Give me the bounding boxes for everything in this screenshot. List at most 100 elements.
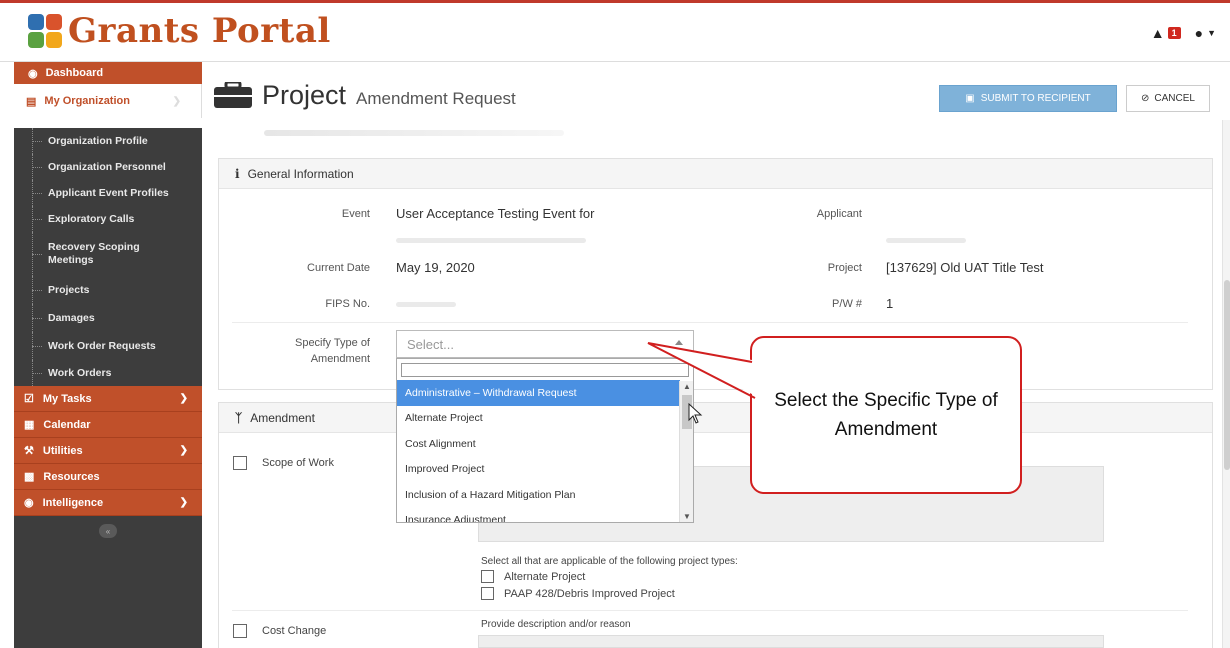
pw-value: 1 [886,296,894,311]
sidebar-item-my-tasks[interactable]: ☑ My Tasks ❯ [14,386,202,412]
wrench-icon: ⚒ [24,445,34,457]
sidebar-item-label: Work Order Requests [48,339,156,352]
cancel-label: CANCEL [1154,93,1195,104]
page-scroll-thumb[interactable] [1224,280,1230,470]
sidebar-item-calendar[interactable]: ▦ Calendar [14,412,202,438]
dropdown-option[interactable]: Inclusion of a Hazard Mitigation Plan [397,482,680,508]
callout-text: Select the Specific Type of Amendment [774,390,998,440]
dashboard-icon: ◉ [28,67,38,80]
sidebar-item-resources[interactable]: ▩ Resources [14,464,202,490]
dropdown-search-input[interactable] [401,363,689,377]
scroll-down-icon: ▼ [683,512,691,521]
chevron-down-icon: ❯ [172,95,181,107]
applicant-label: Applicant [816,208,862,220]
sidebar-item-dashboard[interactable]: ◉ Dashboard [14,62,202,84]
page-title: Project Amendment Request [214,78,516,111]
dropdown-option[interactable]: Insurance Adjustment [397,508,680,522]
sidebar-item-label: Work Orders [48,366,112,379]
notification-badge: 1 [1167,27,1181,39]
sidebar-item-label: Utilities [42,444,83,457]
info-icon: i [235,166,240,181]
sidebar-item-label: My Tasks [42,392,92,405]
redacted-text [396,238,586,243]
submit-to-recipient-button[interactable]: ▣ SUBMIT TO RECIPIENT [939,85,1117,112]
select-placeholder: Select... [407,336,454,352]
amendment-type-select[interactable]: Select... [396,330,694,358]
description-label: Provide description and/or reason [481,619,631,630]
sidebar-item-label: Organization Profile [48,134,148,147]
redacted-text [886,238,966,243]
amendment-type-label: Specify Type of [294,337,370,349]
page-title-main: Project [262,80,347,110]
panel-title: General Information [247,166,354,181]
applicable-instructions: Select all that are applicable of the fo… [481,556,738,567]
sidebar-item-work-order-requests[interactable]: Work Order Requests [14,332,202,360]
dropdown-option[interactable]: Cost Alignment [397,431,680,457]
amendment-type-label-2: Amendment [310,353,370,365]
app-logo[interactable]: Grants Portal [28,11,331,51]
amendment-type-dropdown: Administrative – Withdrawal Request Alte… [396,358,694,523]
sidebar-item-label: Dashboard [45,67,104,79]
sidebar-item-label: Recovery Scoping Meetings [48,241,140,266]
paap-label: PAAP 428/Debris Improved Project [504,588,675,600]
sidebar-item-projects[interactable]: Projects [14,276,202,304]
project-value: [137629] Old UAT Title Test [886,260,1044,275]
notifications-button[interactable]: ▲ 1 [1151,25,1181,41]
scope-of-work-checkbox[interactable] [233,456,247,470]
alternate-project-checkbox[interactable] [481,570,494,583]
app-title: Grants Portal [68,11,331,51]
sidebar-item-recovery-scoping-meetings[interactable]: Recovery Scoping Meetings [14,232,202,276]
panel-header: ᛉ Amendment [219,403,1212,433]
save-icon: ▣ [965,93,975,104]
sidebar-item-label: Projects [48,283,90,296]
current-date-label: Current Date [307,262,370,274]
panel-header: i General Information [219,159,1212,189]
caret-up-icon [675,340,683,345]
scope-of-work-label: Scope of Work [262,457,334,469]
sidebar-item-applicant-event-profiles[interactable]: Applicant Event Profiles [14,180,202,206]
page-title-sub: Amendment Request [356,89,516,108]
scroll-up-icon: ▲ [683,382,691,391]
briefcase-icon [214,82,252,108]
chevron-down-icon: ❯ [179,497,188,508]
dropdown-option[interactable]: Alternate Project [397,406,680,432]
resources-icon: ▩ [24,471,35,483]
sidebar-item-intelligence[interactable]: ◉ Intelligence ❯ [14,490,202,516]
user-menu-button[interactable]: ● ▼ [1195,25,1216,41]
cost-change-checkbox[interactable] [233,624,247,638]
collapse-sidebar-button[interactable]: « [99,524,117,538]
chevron-down-icon: ❯ [179,445,188,456]
sidebar-item-damages[interactable]: Damages [14,304,202,332]
sidebar-item-my-organization[interactable]: ▤ My Organization ❯ [14,84,202,118]
dropdown-option[interactable]: Improved Project [397,457,680,483]
event-value: User Acceptance Testing Event for [396,206,595,221]
sidebar-item-label: Organization Personnel [48,160,166,173]
page-scrollbar[interactable] [1222,120,1230,648]
paap-checkbox[interactable] [481,587,494,600]
submit-label: SUBMIT TO RECIPIENT [980,93,1091,104]
sidebar-item-label: Intelligence [42,496,104,509]
sidebar-item-exploratory-calls[interactable]: Exploratory Calls [14,206,202,232]
mouse-cursor-icon [688,403,703,424]
redacted-text [396,302,456,307]
logo-icon [28,14,62,48]
cancel-button[interactable]: ⊘ CANCEL [1126,85,1210,112]
sidebar-item-utilities[interactable]: ⚒ Utilities ❯ [14,438,202,464]
sidebar-item-organization-personnel[interactable]: Organization Personnel [14,154,202,180]
cancel-icon: ⊘ [1141,93,1150,104]
sidebar-item-label: Damages [48,311,95,324]
redacted-text [264,130,564,136]
sidebar-item-work-orders[interactable]: Work Orders [14,360,202,386]
sidebar-item-organization-profile[interactable]: Organization Profile [14,128,202,154]
event-label: Event [341,208,370,220]
building-icon: ▤ [26,95,37,108]
bell-icon: ▲ [1150,25,1165,41]
top-header: Grants Portal ▲ 1 ● ▼ [0,0,1230,62]
fips-label: FIPS No. [325,298,370,310]
dropdown-option[interactable]: Administrative – Withdrawal Request [397,380,680,406]
eye-icon: ◉ [24,497,34,509]
pw-label: P/W # [832,298,862,310]
branch-icon: ᛉ [235,410,243,425]
chevron-down-icon: ▼ [1207,28,1216,38]
cost-change-textarea[interactable] [478,635,1104,648]
